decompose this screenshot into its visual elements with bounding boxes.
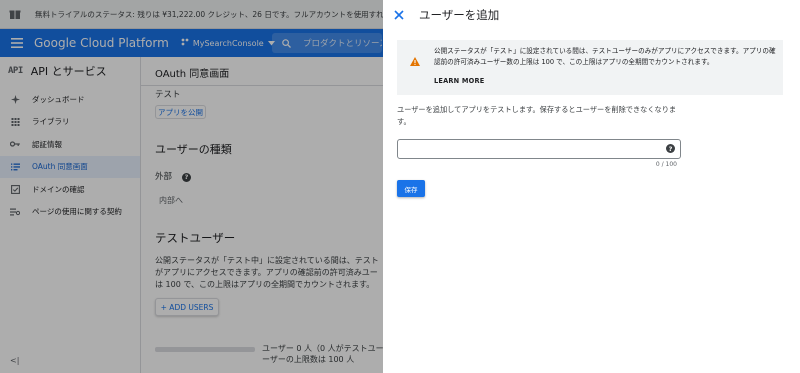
- character-counter: 0 / 100: [655, 161, 677, 168]
- warning-text: 公開ステータスが「テスト」に設定されている間は、テストユーザーのみがアプリにアク…: [434, 47, 776, 66]
- save-button[interactable]: 保存: [397, 180, 425, 197]
- add-users-panel: ユーザーを追加 公開ステータスが「テスト」に設定されている間は、テストユーザーの…: [383, 0, 800, 373]
- warning-banner: 公開ステータスが「テスト」に設定されている間は、テストユーザーのみがアプリにアク…: [397, 40, 783, 95]
- help-icon[interactable]: ?: [666, 144, 675, 153]
- learn-more-link[interactable]: LEARN MORE: [434, 77, 484, 85]
- warning-icon: [410, 51, 420, 70]
- panel-header: ユーザーを追加: [383, 0, 800, 30]
- add-users-description: ユーザーを追加してアプリをテストします。保存するとユーザーを削除できなくなります…: [397, 105, 677, 126]
- user-email-input[interactable]: [398, 143, 658, 162]
- panel-title: ユーザーを追加: [419, 8, 500, 22]
- close-icon[interactable]: [383, 0, 415, 30]
- user-email-field[interactable]: ?: [397, 139, 681, 162]
- modal-scrim[interactable]: [0, 0, 383, 373]
